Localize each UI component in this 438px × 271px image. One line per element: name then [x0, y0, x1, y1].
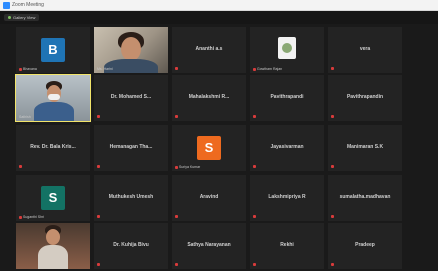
participant-name: Sathya Narayanan	[187, 242, 231, 248]
participant-tile[interactable]: S Suriya Kumar	[172, 125, 246, 171]
zoom-app-icon	[3, 2, 10, 9]
participant-name: Pradeep	[355, 242, 375, 248]
window-titlebar: Zoom Meeting	[0, 0, 438, 11]
mic-muted-icon	[253, 115, 256, 118]
participant-name: vera	[359, 46, 371, 52]
mic-muted-icon	[97, 263, 100, 266]
participant-name: Jayasivarman	[270, 144, 304, 150]
mic-muted-icon	[253, 67, 256, 71]
participant-name: Ananthi a.s	[195, 46, 223, 52]
participant-tile[interactable]: Pavithrapandi	[250, 75, 324, 121]
view-toggle-label: Gallery View	[13, 15, 36, 20]
participant-name: Dr. Mohamed S...	[110, 94, 152, 100]
mic-muted-icon	[175, 67, 178, 70]
participant-tile[interactable]: Lakshmipriya R	[250, 175, 324, 221]
participant-tile[interactable]: Sathya Narayanan	[172, 223, 246, 269]
participant-caption-text: Sathish	[19, 115, 31, 119]
participant-name: Pavithrapandi	[270, 94, 304, 100]
participant-tile[interactable]: Aravind	[172, 175, 246, 221]
participant-tile[interactable]: Pradeep	[328, 223, 402, 269]
mic-muted-icon	[253, 215, 256, 218]
mic-muted-icon	[97, 215, 100, 218]
participant-name: Dr. Kuhija Bivu	[113, 242, 149, 248]
participant-name: Aravind	[199, 194, 219, 200]
participant-name: Muthukesh Umesh	[108, 194, 154, 200]
security-shield-icon	[8, 16, 11, 20]
mic-muted-icon	[331, 215, 334, 218]
participant-tile[interactable]: S Suganthi Shri	[16, 175, 90, 221]
participant-caption: Suganthi Shri	[19, 215, 44, 219]
mic-muted-icon	[19, 67, 22, 71]
participant-name: Mahalakshmi R...	[188, 94, 230, 100]
participant-caption: Suriya Kumar	[175, 165, 200, 169]
participant-tile[interactable]: sumalatha.madhavan	[328, 175, 402, 221]
participant-caption: Bhavana	[19, 67, 37, 71]
participant-tile[interactable]: Rekhi	[250, 223, 324, 269]
participant-avatar: S	[197, 136, 221, 160]
participant-caption: Gowtham Rajan	[253, 67, 282, 71]
participant-tile[interactable]: Hemanagan Tha...	[94, 125, 168, 171]
window-title: Zoom Meeting	[12, 2, 44, 8]
mic-muted-icon	[331, 165, 334, 168]
mic-muted-icon	[175, 165, 178, 169]
participant-tile[interactable]: Dr. Mohamed S...	[94, 75, 168, 121]
mic-muted-icon	[175, 263, 178, 266]
participant-tile[interactable]: Dr. Kuhija Bivu	[94, 223, 168, 269]
participant-name: sumalatha.madhavan	[339, 194, 391, 200]
participant-tile[interactable]: Rev. Dr. Bala Kris...	[16, 125, 90, 171]
profile-picture	[278, 37, 296, 59]
participant-caption-text: Gowtham Rajan	[257, 67, 283, 71]
participant-avatar: B	[41, 38, 65, 62]
participant-video	[16, 223, 90, 269]
participant-name: Lakshmipriya R	[268, 194, 306, 200]
participant-tile[interactable]: Ms. Harini	[94, 27, 168, 73]
participant-tile[interactable]: Manimaran S.K	[328, 125, 402, 171]
participant-tile[interactable]: Gowtham Rajan	[250, 27, 324, 73]
participant-caption-text: Suganthi Shri	[23, 215, 45, 219]
participant-caption-text: Ms. Harini	[97, 67, 113, 71]
participant-caption-text: Suriya Kumar	[179, 165, 201, 169]
participant-name: Rev. Dr. Bala Kris...	[30, 144, 76, 150]
mic-muted-icon	[175, 215, 178, 218]
participant-name: Hemanagan Tha...	[109, 144, 153, 150]
participant-tile[interactable]: Sathish	[15, 74, 91, 122]
participant-caption: Sathish	[19, 115, 31, 119]
mic-muted-icon	[19, 165, 22, 168]
participant-name: Pavithrapandin	[346, 94, 384, 100]
mic-muted-icon	[331, 67, 334, 70]
participant-caption-text: Bhavana	[23, 67, 37, 71]
mic-muted-icon	[331, 263, 334, 266]
mic-muted-icon	[253, 165, 256, 168]
mic-muted-icon	[253, 263, 256, 266]
mic-muted-icon	[19, 215, 22, 219]
mic-muted-icon	[97, 165, 100, 168]
participant-tile[interactable]: Mahalakshmi R...	[172, 75, 246, 121]
participant-tile[interactable]: B Bhavana	[16, 27, 90, 73]
participant-tile[interactable]: Jayasivarman	[250, 125, 324, 171]
meeting-topbar: Gallery View	[0, 11, 438, 24]
participant-avatar: S	[41, 186, 65, 210]
participant-name: Rekhi	[280, 242, 294, 248]
meeting-area: Gallery View B Bhavana Ms. Harini Ananthi a…	[0, 11, 438, 271]
participant-tile[interactable]: Pavithrapandin	[328, 75, 402, 121]
mic-muted-icon	[331, 115, 334, 118]
mic-muted-icon	[97, 115, 100, 118]
participant-tile[interactable]: Muthukesh Umesh	[94, 175, 168, 221]
participant-tile[interactable]	[16, 223, 90, 269]
view-toggle-button[interactable]: Gallery View	[4, 14, 40, 21]
participant-name: Manimaran S.K	[346, 144, 384, 150]
participant-tile[interactable]: vera	[328, 27, 402, 73]
participant-tile[interactable]: Ananthi a.s	[172, 27, 246, 73]
participant-caption: Ms. Harini	[97, 67, 113, 71]
mic-muted-icon	[175, 115, 178, 118]
